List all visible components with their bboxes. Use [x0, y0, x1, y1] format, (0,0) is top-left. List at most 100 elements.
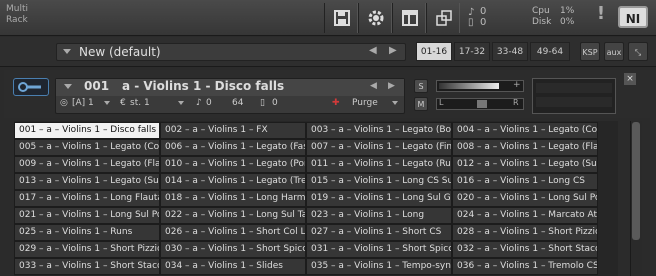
instrument-name[interactable]: a - Violins 1 - Disco falls	[122, 79, 284, 93]
cpu-disk-meter: Cpu 1% Disk 0%	[532, 4, 588, 32]
next-instrument-icon[interactable]: ▶	[388, 81, 395, 91]
chevron-down-icon[interactable]	[63, 49, 71, 54]
memory-icon: ▯	[260, 98, 265, 108]
options-button[interactable]	[358, 3, 392, 33]
instrument-number: 001	[84, 79, 110, 93]
level-meter	[532, 78, 616, 114]
rack-label: Multi Rack	[6, 4, 46, 26]
instrument-slot[interactable]: 034 – a – Violins 1 – Slides	[160, 258, 306, 275]
instrument-slot[interactable]: 016 – a – Violins 1 – Long CS	[452, 173, 598, 190]
instrument-slot[interactable]: 017 – a – Violins 1 – Long Flautan	[14, 190, 160, 207]
pan-left-label: L	[439, 98, 444, 107]
aux-button[interactable]: aux	[604, 42, 624, 61]
instrument-slot[interactable]: 025 – a – Violins 1 – Runs	[14, 224, 160, 241]
chevron-down-icon[interactable]	[104, 101, 110, 105]
purge-icon: ✚	[332, 98, 340, 108]
previous-instrument-icon[interactable]: ◀	[370, 81, 377, 91]
instrument-slot[interactable]: 009 – a – Violins 1 – Legato (Flau	[14, 156, 160, 173]
instrument-slot[interactable]: 026 – a – Violins 1 – Short Col Le	[160, 224, 306, 241]
layout-icon	[402, 10, 418, 26]
voices-icon: ♪	[196, 98, 202, 108]
output-icon: ◎	[60, 98, 68, 108]
max-voices[interactable]: 64	[232, 98, 243, 108]
instrument-slot[interactable]: 022 – a – Violins 1 – Long Sul Ta:	[160, 207, 306, 224]
instrument-slot[interactable]: 006 – a – Violins 1 – Legato (Fas	[160, 139, 306, 156]
voices-count: 0	[206, 98, 212, 108]
disk-value: 0%	[560, 17, 575, 27]
instrument-slot[interactable]: 011 – a – Violins 1 – Legato (Runs	[306, 156, 452, 173]
chevron-down-icon[interactable]	[64, 84, 72, 89]
instrument-slot[interactable]: 031 – a – Violins 1 – Short Spicca	[306, 241, 452, 258]
solo-button[interactable]: S	[414, 79, 428, 93]
collapse-icon[interactable]: ⤡	[628, 42, 648, 61]
gear-icon	[368, 10, 384, 26]
midi-activity-display: ♪ 0 ▯ 0	[464, 5, 532, 31]
minimize-view-button[interactable]	[426, 3, 460, 33]
wrench-icon	[18, 82, 41, 92]
instrument-slot[interactable]: 002 – a – Violins 1 – FX	[160, 122, 306, 139]
rack-label-line1: Multi	[6, 4, 28, 14]
warning-icon[interactable]: !	[590, 3, 612, 33]
instrument-slot[interactable]: 007 – a – Violins 1 – Legato (Fing	[306, 139, 452, 156]
edit-instrument-button[interactable]	[13, 78, 49, 96]
instrument-slot[interactable]: 010 – a – Violins 1 – Legato (Port	[160, 156, 306, 173]
view-layout-button[interactable]	[392, 3, 426, 33]
memory-icon: ▯	[468, 17, 474, 28]
instrument-slot[interactable]: 014 – a – Violins 1 – Legato (Trem	[160, 173, 306, 190]
chevron-down-icon[interactable]	[178, 101, 184, 105]
ni-logo: NI	[618, 6, 648, 28]
scrollbar-thumb[interactable]	[632, 122, 640, 240]
rack-label-line2: Rack	[6, 15, 28, 25]
next-preset-icon[interactable]: ▶	[389, 45, 397, 56]
cpu-label: Cpu	[532, 6, 550, 16]
instrument-slot[interactable]: 004 – a – Violins 1 – Legato (Con	[452, 122, 598, 139]
purge-button[interactable]: Purge	[352, 98, 378, 108]
midi-in-count: 0	[480, 6, 487, 17]
volume-slider[interactable]: +	[436, 80, 524, 92]
output-selector[interactable]: [A] 1	[72, 98, 94, 108]
instrument-slot[interactable]: 033 – a – Violins 1 – Short Stacc	[14, 258, 160, 275]
chevron-down-icon[interactable]	[392, 101, 398, 105]
instrument-slot[interactable]: 030 – a – Violins 1 – Short Spicco	[160, 241, 306, 258]
multi-preset-selector[interactable]: New (default) ◀ ▶	[56, 43, 406, 61]
resize-icon	[436, 10, 452, 26]
instrument-slot[interactable]: 018 – a – Violins 1 – Long Harmor	[160, 190, 306, 207]
instrument-slot[interactable]: 019 – a – Violins 1 – Long Sul G	[306, 190, 452, 207]
instrument-slot[interactable]: 001 – a – Violins 1 – Disco falls	[14, 122, 160, 139]
ksp-button[interactable]: KSP	[580, 42, 600, 61]
instrument-slot[interactable]: 015 – a – Violins 1 – Long CS Sul	[306, 173, 452, 190]
instrument-slot-grid: 001 – a – Violins 1 – Disco falls 002 – a…	[14, 121, 618, 276]
instrument-slot[interactable]: 028 – a – Violins 1 – Short Pizzic	[452, 224, 598, 241]
mute-button[interactable]: M	[414, 97, 428, 111]
plus-icon[interactable]: +	[513, 80, 521, 90]
page-tab-2[interactable]: 17-32	[454, 42, 490, 61]
instrument-slot[interactable]: 032 – a – Violins 1 – Short Stacc	[452, 241, 598, 258]
instrument-slot[interactable]: 005 – a – Violins 1 – Legato (Con	[14, 139, 160, 156]
instrument-slot[interactable]: 008 – a – Violins 1 – Legato (Flau	[452, 139, 598, 156]
page-tab-3[interactable]: 33-48	[492, 42, 528, 61]
page-tab-4[interactable]: 49-64	[530, 42, 570, 61]
previous-preset-icon[interactable]: ◀	[369, 45, 377, 56]
pan-slider[interactable]: L R	[436, 98, 524, 110]
pan-handle[interactable]	[477, 100, 487, 108]
instrument-slot[interactable]: 020 – a – Violins 1 – Long Sul Por	[452, 190, 598, 207]
close-icon[interactable]: ×	[624, 73, 636, 85]
instrument-slot[interactable]: 024 – a – Violins 1 – Marcato Att	[452, 207, 598, 224]
midi-channel-selector[interactable]: st. 1	[130, 98, 150, 108]
instrument-slot[interactable]: 003 – a – Violins 1 – Legato (Bou	[306, 122, 452, 139]
instrument-slot[interactable]: 013 – a – Violins 1 – Legato (Sul F	[14, 173, 160, 190]
save-button[interactable]	[324, 3, 358, 33]
instrument-slot[interactable]: 012 – a – Violins 1 – Legato (Sul	[452, 156, 598, 173]
page-tab-1[interactable]: 01-16	[416, 42, 452, 61]
meter-left	[536, 83, 612, 93]
pan-right-label: R	[513, 98, 519, 107]
multi-preset-name: New (default)	[79, 45, 161, 59]
instrument-slot[interactable]: 023 – a – Violins 1 – Long	[306, 207, 452, 224]
cpu-value: 1%	[560, 6, 575, 16]
instrument-slot[interactable]: 021 – a – Violins 1 – Long Sul Pon	[14, 207, 160, 224]
instrument-slot[interactable]: 035 – a – Violins 1 – Tempo-sync	[306, 258, 452, 275]
instrument-slot[interactable]: 027 – a – Violins 1 – Short CS	[306, 224, 452, 241]
midi-out-count: 0	[480, 17, 487, 28]
instrument-slot[interactable]: 036 – a – Violins 1 – Tremolo CS	[452, 258, 598, 275]
instrument-slot[interactable]: 029 – a – Violins 1 – Short Pizzic	[14, 241, 160, 258]
